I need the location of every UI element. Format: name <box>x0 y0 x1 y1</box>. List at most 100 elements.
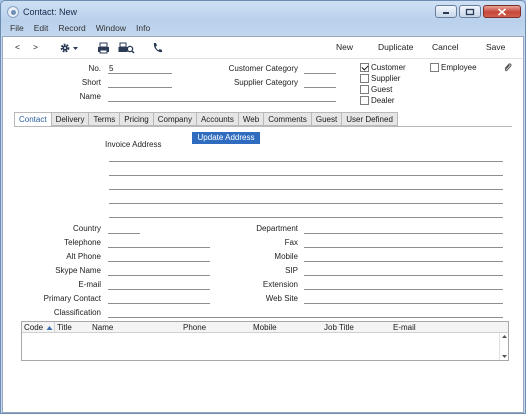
mobile-field[interactable] <box>304 252 503 262</box>
alt-phone-field[interactable] <box>108 252 210 262</box>
tab-contact[interactable]: Contact <box>14 112 52 127</box>
tab-comments[interactable]: Comments <box>264 112 312 126</box>
contact-persons-grid[interactable]: Code Title Name Phone Mobile Job Title E… <box>21 321 509 361</box>
column-phone[interactable]: Phone <box>183 323 206 332</box>
sort-ascending-icon[interactable] <box>46 324 53 333</box>
primary-contact-field[interactable] <box>108 294 210 304</box>
customer-category-field[interactable] <box>304 64 336 74</box>
skype-name-label: Skype Name <box>55 266 101 275</box>
column-email[interactable]: E-mail <box>393 323 416 332</box>
menu-info[interactable]: Info <box>136 23 150 35</box>
sip-label: SIP <box>285 266 298 275</box>
tab-accounts[interactable]: Accounts <box>196 112 239 126</box>
web-site-field[interactable] <box>304 294 503 304</box>
print-preview-button[interactable] <box>118 42 135 54</box>
email-field[interactable] <box>108 280 210 290</box>
scroll-down-icon <box>502 355 507 358</box>
minimize-button[interactable] <box>435 5 457 18</box>
minimize-icon <box>443 11 449 14</box>
fax-field[interactable] <box>304 238 503 248</box>
country-field[interactable] <box>108 224 140 234</box>
mobile-label: Mobile <box>274 252 298 261</box>
previous-record-button[interactable]: < <box>15 42 20 53</box>
skype-name-field[interactable] <box>108 266 210 276</box>
app-icon <box>7 6 19 18</box>
invoice-address-line-2[interactable] <box>109 175 503 176</box>
save-button[interactable]: Save <box>486 42 505 53</box>
email-label: E-mail <box>78 280 101 289</box>
contact-window: Contact: New File Edit Record Window Inf… <box>0 0 526 414</box>
invoice-address-line-1[interactable] <box>109 161 503 162</box>
gear-icon <box>60 43 78 53</box>
supplier-category-field[interactable] <box>304 78 336 88</box>
column-mobile[interactable]: Mobile <box>253 323 277 332</box>
customer-category-label: Customer Category <box>228 64 298 73</box>
toolbar: < > New Duplicate Cancel Save <box>3 37 523 59</box>
invoice-address-line-3[interactable] <box>109 189 503 190</box>
guest-checkbox[interactable] <box>360 85 369 94</box>
number-field[interactable]: 5 <box>108 64 172 74</box>
menu-record[interactable]: Record <box>58 23 85 35</box>
supplier-category-label: Supplier Category <box>233 78 298 87</box>
column-code[interactable]: Code <box>24 323 43 332</box>
dealer-checkbox[interactable] <box>360 96 369 105</box>
tab-company[interactable]: Company <box>153 112 197 126</box>
next-record-button[interactable]: > <box>33 42 38 53</box>
attachment-button[interactable] <box>503 62 512 73</box>
web-site-label: Web Site <box>265 294 298 303</box>
name-label: Name <box>79 92 101 101</box>
tab-delivery[interactable]: Delivery <box>51 112 90 126</box>
settings-menu-button[interactable] <box>59 42 81 54</box>
employee-checkbox[interactable] <box>430 63 439 72</box>
tab-pricing[interactable]: Pricing <box>120 112 154 126</box>
paperclip-icon <box>504 63 512 72</box>
telephone-field[interactable] <box>108 238 210 248</box>
no-label: No. <box>88 64 101 73</box>
close-icon <box>497 7 507 16</box>
cancel-button[interactable]: Cancel <box>432 42 458 53</box>
customer-checkbox[interactable] <box>360 63 369 72</box>
close-button[interactable] <box>483 5 521 18</box>
primary-contact-label: Primary Contact <box>43 294 101 303</box>
tab-terms[interactable]: Terms <box>89 112 121 126</box>
menu-window[interactable]: Window <box>96 23 126 35</box>
update-address-button[interactable]: Update Address <box>192 132 260 144</box>
menu-file[interactable]: File <box>10 23 24 35</box>
phone-icon <box>153 43 162 53</box>
duplicate-button[interactable]: Duplicate <box>378 42 413 53</box>
customer-checkbox-label: Customer <box>371 63 406 72</box>
column-job-title[interactable]: Job Title <box>324 323 354 332</box>
classification-label: Classification <box>53 308 101 317</box>
maximize-button[interactable] <box>459 5 481 18</box>
column-name[interactable]: Name <box>92 323 113 332</box>
extension-field[interactable] <box>304 280 503 290</box>
tab-user-defined[interactable]: User Defined <box>342 112 398 126</box>
guest-checkbox-label: Guest <box>371 85 393 94</box>
invoice-address-line-4[interactable] <box>109 203 503 204</box>
supplier-checkbox[interactable] <box>360 74 369 83</box>
alt-phone-label: Alt Phone <box>66 252 101 261</box>
tab-guest[interactable]: Guest <box>311 112 343 126</box>
supplier-checkbox-label: Supplier <box>371 74 401 83</box>
extension-label: Extension <box>262 280 298 289</box>
title-bar: Contact: New <box>1 1 525 23</box>
sip-field[interactable] <box>304 266 503 276</box>
new-button[interactable]: New <box>336 42 353 53</box>
menu-edit[interactable]: Edit <box>34 23 49 35</box>
print-button[interactable] <box>97 42 110 54</box>
country-label: Country <box>72 224 101 233</box>
department-field[interactable] <box>304 224 503 234</box>
telephone-label: Telephone <box>64 238 101 247</box>
short-label: Short <box>81 78 101 87</box>
column-title[interactable]: Title <box>57 323 72 332</box>
call-button[interactable] <box>152 42 162 54</box>
short-field[interactable] <box>108 78 172 88</box>
employee-checkbox-label: Employee <box>441 63 477 72</box>
tab-strip: Contact Delivery Terms Pricing Company A… <box>14 112 398 127</box>
tab-web[interactable]: Web <box>238 112 265 126</box>
invoice-address-label: Invoice Address <box>105 140 162 149</box>
classification-field[interactable] <box>108 308 503 318</box>
invoice-address-line-5[interactable] <box>109 217 503 218</box>
grid-scrollbar[interactable] <box>499 333 508 360</box>
name-field[interactable] <box>108 92 336 102</box>
